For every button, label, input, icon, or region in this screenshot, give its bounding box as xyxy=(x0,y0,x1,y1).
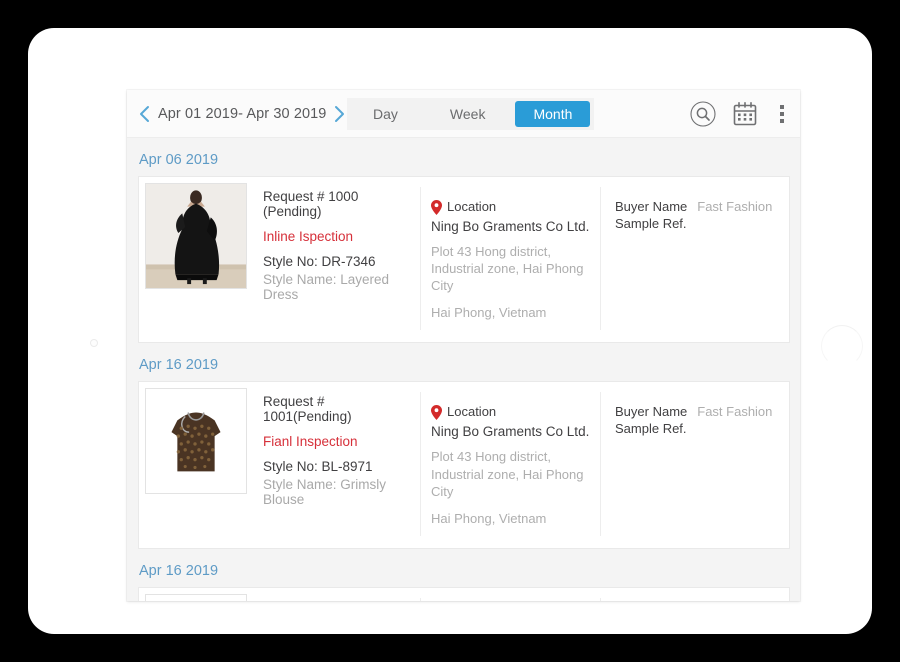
location-name: Ning Bo Graments Co Ltd. xyxy=(431,424,590,439)
location-address: Plot 43 Hong district, Industrial zone, … xyxy=(431,243,590,294)
request-number: Request # 1003 (Pending) xyxy=(263,600,412,601)
inspection-type[interactable]: Fianl Inspection xyxy=(263,434,412,449)
buyer-grid: Buyer Name Sample Ref. Fast Fashion xyxy=(615,199,779,233)
thumbnail-wrapper xyxy=(139,177,247,342)
location-city: Hai Phong, Vietnam xyxy=(431,305,590,320)
schedule-group: Apr 16 2019 xyxy=(127,549,800,601)
more-options-icon[interactable] xyxy=(774,101,790,127)
location-heading: Location xyxy=(431,404,590,423)
request-details: Request # 1000 (Pending) Inline Ispectio… xyxy=(247,177,420,342)
location-heading: Location xyxy=(431,199,590,218)
date-range-navigator: Apr 01 2019- Apr 30 2019 xyxy=(127,105,345,123)
view-tab-day[interactable]: Day xyxy=(347,98,424,130)
chevron-right-icon[interactable] xyxy=(334,105,345,123)
location-details: Location Ning Bo Graments Co Ltd. Plot 4… xyxy=(420,187,600,330)
buyer-name-value: Fast Fashion xyxy=(697,199,772,216)
thumbnail-wrapper xyxy=(139,382,247,547)
location-details: Location A.D.K. Global Enterprise Co... … xyxy=(420,598,600,601)
buyer-grid: Buyer Name Sample Ref. Fast Fashion xyxy=(615,404,779,438)
product-thumbnail-dress[interactable] xyxy=(145,183,247,289)
product-thumbnail-sneaker[interactable] xyxy=(145,594,247,601)
buyer-details: Buyer Name Sample Ref. Fast Fashion xyxy=(600,187,789,330)
kebab-dot xyxy=(780,112,784,116)
sample-ref-label: Sample Ref. xyxy=(615,216,687,233)
style-number: Style No: BL-8971 xyxy=(263,459,412,474)
location-name: Ning Bo Graments Co Ltd. xyxy=(431,219,590,234)
toolbar-actions xyxy=(690,90,790,138)
location-pin-icon xyxy=(431,200,442,218)
inspection-type[interactable]: Inline Ispection xyxy=(263,229,412,244)
buyer-labels: Buyer Name Sample Ref. xyxy=(615,199,687,233)
view-tab-month[interactable]: Month xyxy=(515,101,590,127)
calendar-icon[interactable] xyxy=(732,101,758,127)
buyer-name-label: Buyer Name xyxy=(615,199,687,216)
group-date-header: Apr 16 2019 xyxy=(127,343,800,381)
group-date-header: Apr 06 2019 xyxy=(127,138,800,176)
inspection-card[interactable]: Request # 1001(Pending) Fianl Inspection… xyxy=(138,381,790,548)
buyer-name-value: Fast Fashion xyxy=(697,404,772,421)
tablet-device-frame: Apr 01 2019- Apr 30 2019 Day Week Month xyxy=(28,28,872,634)
style-name: Style Name: Grimsly Blouse xyxy=(263,477,412,507)
home-button-arc xyxy=(821,325,863,367)
buyer-values: Fast Fashion xyxy=(697,404,772,438)
thumbnail-wrapper xyxy=(139,588,247,601)
buyer-labels: Buyer Name Sample Ref. xyxy=(615,404,687,438)
view-mode-segmented-control: Day Week Month xyxy=(347,98,594,130)
front-camera-dot xyxy=(90,339,98,347)
location-details: Location Ning Bo Graments Co Ltd. Plot 4… xyxy=(420,392,600,535)
view-tab-week[interactable]: Week xyxy=(424,98,512,130)
group-date-header: Apr 16 2019 xyxy=(127,549,800,587)
location-pin-icon xyxy=(431,405,442,423)
buyer-name-label: Buyer Name xyxy=(615,404,687,421)
location-city: Hai Phong, Vietnam xyxy=(431,511,590,526)
schedule-list[interactable]: Apr 06 2019 xyxy=(127,138,800,601)
product-thumbnail-blouse[interactable] xyxy=(145,388,247,494)
buyer-details: Buyer Name Sample Ref. Fast Fashion xyxy=(600,392,789,535)
request-details: Request # 1003 (Pending) Fianl Inspectio… xyxy=(247,588,420,601)
style-number: Style No: DR-7346 xyxy=(263,254,412,269)
inspection-schedule-panel: Apr 01 2019- Apr 30 2019 Day Week Month xyxy=(127,90,800,601)
kebab-dot xyxy=(780,105,784,109)
request-details: Request # 1001(Pending) Fianl Inspection… xyxy=(247,382,420,547)
style-name: Style Name: Layered Dress xyxy=(263,272,412,302)
search-icon[interactable] xyxy=(690,101,716,127)
kebab-dot xyxy=(780,119,784,123)
toolbar: Apr 01 2019- Apr 30 2019 Day Week Month xyxy=(127,90,800,138)
schedule-group: Apr 16 2019 xyxy=(127,343,800,548)
request-number: Request # 1000 (Pending) xyxy=(263,189,412,219)
date-range-label: Apr 01 2019- Apr 30 2019 xyxy=(158,106,326,122)
location-address: Plot 43 Hong district, Industrial zone, … xyxy=(431,448,590,499)
request-number: Request # 1001(Pending) xyxy=(263,394,412,424)
location-label: Location xyxy=(447,404,496,419)
buyer-details: Buyer Name Sample Ref. Brands Fashion Gm… xyxy=(600,598,789,601)
inspection-card[interactable]: Request # 1000 (Pending) Inline Ispectio… xyxy=(138,176,790,343)
chevron-left-icon[interactable] xyxy=(139,105,150,123)
schedule-group: Apr 06 2019 xyxy=(127,138,800,343)
sample-ref-label: Sample Ref. xyxy=(615,421,687,438)
inspection-card[interactable]: Request # 1003 (Pending) Fianl Inspectio… xyxy=(138,587,790,601)
location-label: Location xyxy=(447,199,496,214)
buyer-values: Fast Fashion xyxy=(697,199,772,233)
